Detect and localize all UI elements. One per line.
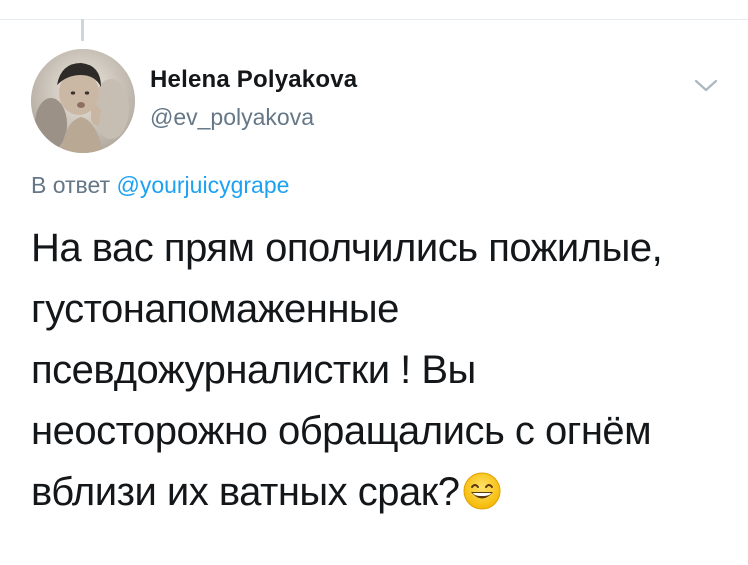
avatar[interactable] — [31, 49, 135, 153]
tweet-text-line: густонапомаженные — [31, 287, 399, 331]
tweet-text-line: псевдожурналистки ! Вы — [31, 348, 476, 392]
tweet-text-line: На вас прям ополчились пожилые, — [31, 226, 663, 270]
author-name[interactable]: Helena Polyakova — [150, 66, 357, 94]
tweet-text: На вас прям ополчились пожилые, густонап… — [31, 218, 731, 523]
reply-prefix: В ответ — [31, 172, 111, 198]
thread-connector-line — [81, 19, 84, 41]
tweet-text-line: неосторожно обращались с огнём — [31, 409, 652, 453]
author-handle[interactable]: @ev_polyakova — [150, 104, 314, 131]
top-divider — [0, 19, 748, 20]
chevron-down-icon[interactable] — [692, 76, 720, 94]
grinning-face-emoji-icon — [463, 472, 501, 510]
tweet-text-line: вблизи их ватных срак? — [31, 470, 460, 514]
reply-context: В ответ @yourjuicygrape — [31, 172, 289, 199]
reply-mention-link[interactable]: @yourjuicygrape — [116, 172, 289, 198]
tweet-text-line-last: вблизи их ватных срак? — [31, 462, 731, 523]
avatar-photo — [31, 49, 135, 153]
